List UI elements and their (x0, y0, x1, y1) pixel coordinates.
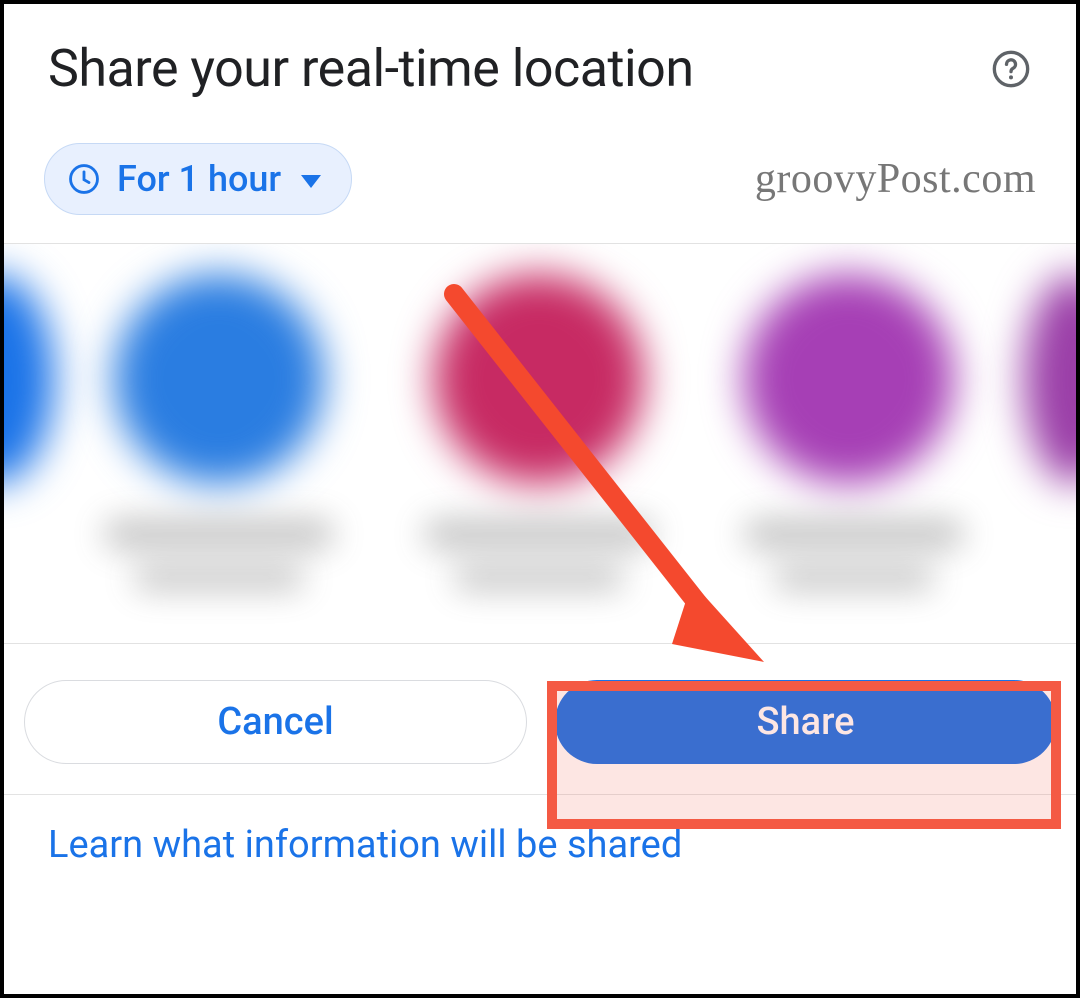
duration-chip[interactable]: For 1 hour (44, 143, 352, 215)
contact-name-blur (424, 519, 654, 549)
cancel-button-label: Cancel (217, 700, 333, 744)
dialog-title: Share your real-time location (48, 38, 694, 99)
header: Share your real-time location (4, 4, 1076, 127)
contacts-carousel[interactable] (4, 244, 1076, 644)
contact-avatar[interactable] (434, 274, 644, 484)
contact-name-blur (774, 566, 934, 590)
contact-name-blur (104, 519, 334, 549)
dropdown-icon (301, 175, 321, 188)
help-button[interactable] (988, 46, 1034, 92)
learn-more-link[interactable]: Learn what information will be shared (4, 795, 1076, 895)
contact-name-blur (454, 566, 624, 590)
clock-icon (67, 162, 101, 196)
contact-name-blur (744, 519, 964, 549)
action-buttons: Cancel Share (4, 644, 1076, 795)
duration-chip-label: For 1 hour (117, 158, 281, 200)
contact-avatar[interactable] (744, 274, 954, 484)
contact-avatar[interactable] (114, 274, 324, 484)
share-location-dialog: Share your real-time location For 1 hour… (0, 0, 1080, 998)
contact-avatar[interactable] (4, 274, 54, 484)
contact-avatar[interactable] (1024, 274, 1076, 484)
share-button-label: Share (756, 700, 854, 744)
watermark-text: groovyPost.com (755, 155, 1036, 203)
share-button[interactable]: Share (555, 680, 1056, 764)
contact-name-blur (134, 566, 304, 590)
duration-row: For 1 hour groovyPost.com (4, 127, 1076, 244)
help-icon (991, 49, 1031, 89)
learn-more-text: Learn what information will be shared (48, 823, 682, 867)
cancel-button[interactable]: Cancel (24, 680, 527, 764)
